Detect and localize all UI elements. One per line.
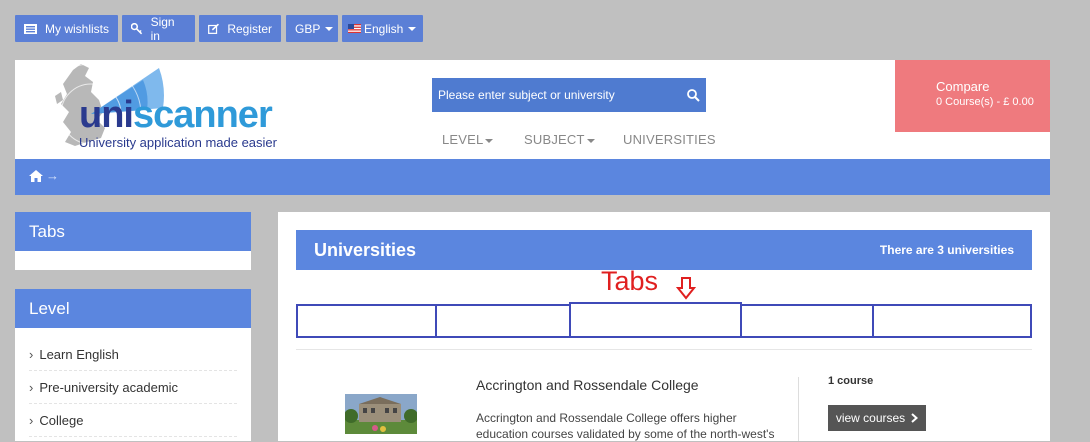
register-button[interactable]: Register	[199, 15, 281, 42]
sign-in-button[interactable]: Sign in	[122, 14, 195, 43]
college-thumbnail[interactable]	[345, 394, 417, 434]
us-flag-icon	[348, 24, 361, 33]
search-box[interactable]: Please enter subject or university	[432, 78, 706, 112]
tab-5[interactable]	[872, 304, 1032, 338]
nav-universities[interactable]: UNIVERSITIES	[623, 132, 716, 147]
breadcrumb-separator: →	[46, 168, 59, 183]
universities-header: Universities There are 3 universities	[296, 230, 1032, 270]
chevron-down-icon	[408, 26, 417, 31]
home-icon[interactable]	[29, 170, 43, 182]
tab-1[interactable]	[296, 304, 437, 338]
view-courses-button[interactable]: view courses	[828, 405, 926, 431]
nav-level[interactable]: LEVEL	[442, 132, 494, 147]
arrow-down-icon	[676, 277, 696, 300]
tabs-annotation: Tabs	[601, 266, 659, 296]
university-name-link[interactable]: Accrington and Rossendale College	[476, 377, 699, 393]
tabs-widget-title: Tabs	[15, 212, 251, 251]
my-wishlists-label: My wishlists	[45, 21, 110, 36]
logo-wordmark: uniscanner	[79, 94, 273, 136]
level-widget-title: Level	[15, 289, 251, 328]
chevron-down-icon	[586, 138, 595, 143]
breadcrumb: →	[15, 159, 1050, 195]
sidebar-item-college[interactable]: › College	[29, 404, 237, 437]
main-content: Universities There are 3 universities Ta…	[278, 212, 1050, 441]
site-header: uniscanner University application made e…	[15, 60, 1050, 159]
divider	[296, 349, 1032, 350]
key-icon	[131, 22, 143, 34]
search-icon[interactable]	[687, 88, 700, 102]
nav-level-label: LEVEL	[442, 132, 484, 147]
tab-2[interactable]	[435, 304, 571, 338]
sidebar-item-pre-university[interactable]: › Pre-university academic	[29, 371, 237, 404]
tab-4[interactable]	[740, 304, 874, 338]
chevron-right-icon	[911, 413, 919, 423]
language-label: English	[364, 21, 404, 36]
sidebar-item-label: College	[39, 412, 84, 428]
page-title: Universities	[314, 239, 417, 260]
result-divider	[798, 377, 799, 441]
edit-icon	[208, 23, 219, 34]
sidebar-item-learn-english[interactable]: › Learn English	[29, 338, 237, 371]
tab-3[interactable]	[569, 302, 742, 338]
register-label: Register	[227, 21, 272, 36]
site-logo[interactable]: uniscanner University application made e…	[51, 62, 301, 154]
chevron-right-icon: ›	[29, 379, 34, 395]
sidebar-item-label: Learn English	[39, 346, 119, 362]
list-icon	[24, 23, 37, 34]
nav-subject[interactable]: SUBJECT	[524, 132, 595, 147]
compare-summary: 0 Course(s) - £ 0.00	[936, 96, 1034, 108]
course-count: 1 course	[828, 375, 874, 387]
currency-dropdown[interactable]: GBP	[286, 15, 338, 42]
search-input[interactable]: Please enter subject or university	[438, 88, 687, 102]
compare-box[interactable]: Compare 0 Course(s) - £ 0.00	[895, 60, 1050, 132]
sidebar-item-label: Pre-university academic	[39, 379, 179, 395]
chevron-right-icon: ›	[29, 346, 34, 362]
chevron-down-icon	[485, 138, 494, 143]
level-widget: Level › Learn English › Pre-university a…	[15, 289, 251, 441]
view-courses-label: view courses	[835, 411, 906, 425]
university-description: Accrington and Rossendale College offers…	[476, 411, 775, 441]
nav-universities-label: UNIVERSITIES	[623, 132, 716, 147]
logo-tagline: University application made easier	[79, 135, 277, 150]
tabs-widget: Tabs	[15, 212, 251, 270]
my-wishlists-button[interactable]: My wishlists	[15, 15, 118, 42]
chevron-down-icon	[325, 26, 334, 31]
language-dropdown[interactable]: English	[342, 15, 423, 42]
sign-in-label: Sign in	[150, 14, 175, 43]
chevron-right-icon: ›	[29, 412, 34, 428]
compare-title: Compare	[936, 79, 990, 94]
university-count: There are 3 universities	[879, 243, 1014, 257]
nav-subject-label: SUBJECT	[524, 132, 585, 147]
currency-label: GBP	[295, 21, 321, 36]
